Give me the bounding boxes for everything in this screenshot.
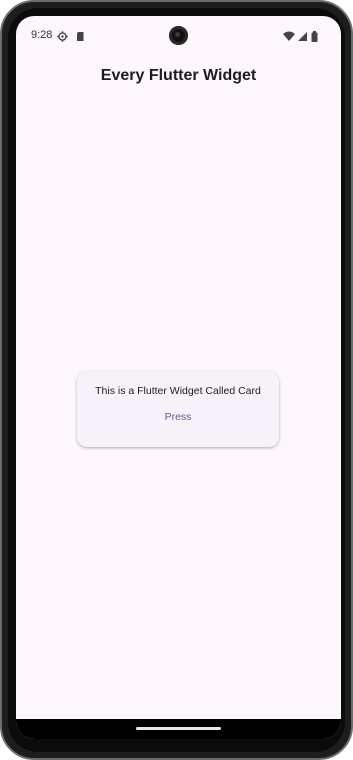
- cellular-signal-icon: [297, 29, 308, 41]
- sd-card-icon: [75, 29, 86, 41]
- front-camera: [169, 26, 188, 45]
- press-button[interactable]: Press: [149, 405, 207, 429]
- system-navigation-bar: [16, 719, 341, 739]
- settings-gear-icon: [57, 29, 68, 42]
- phone-device-frame: 9:28 Every Flutter Widget This is a Flut…: [0, 0, 353, 760]
- status-time: 9:28: [31, 29, 53, 41]
- flutter-card: This is a Flutter Widget Called Card Pre…: [77, 372, 279, 447]
- app-bar-title: Every Flutter Widget: [100, 67, 257, 84]
- status-bar: 9:28: [16, 16, 341, 54]
- card-text: This is a Flutter Widget Called Card: [95, 385, 261, 397]
- battery-icon: [311, 29, 318, 42]
- phone-screen: 9:28 Every Flutter Widget This is a Flut…: [16, 16, 341, 739]
- home-gesture-handle[interactable]: [136, 727, 221, 730]
- wifi-icon: [283, 29, 295, 41]
